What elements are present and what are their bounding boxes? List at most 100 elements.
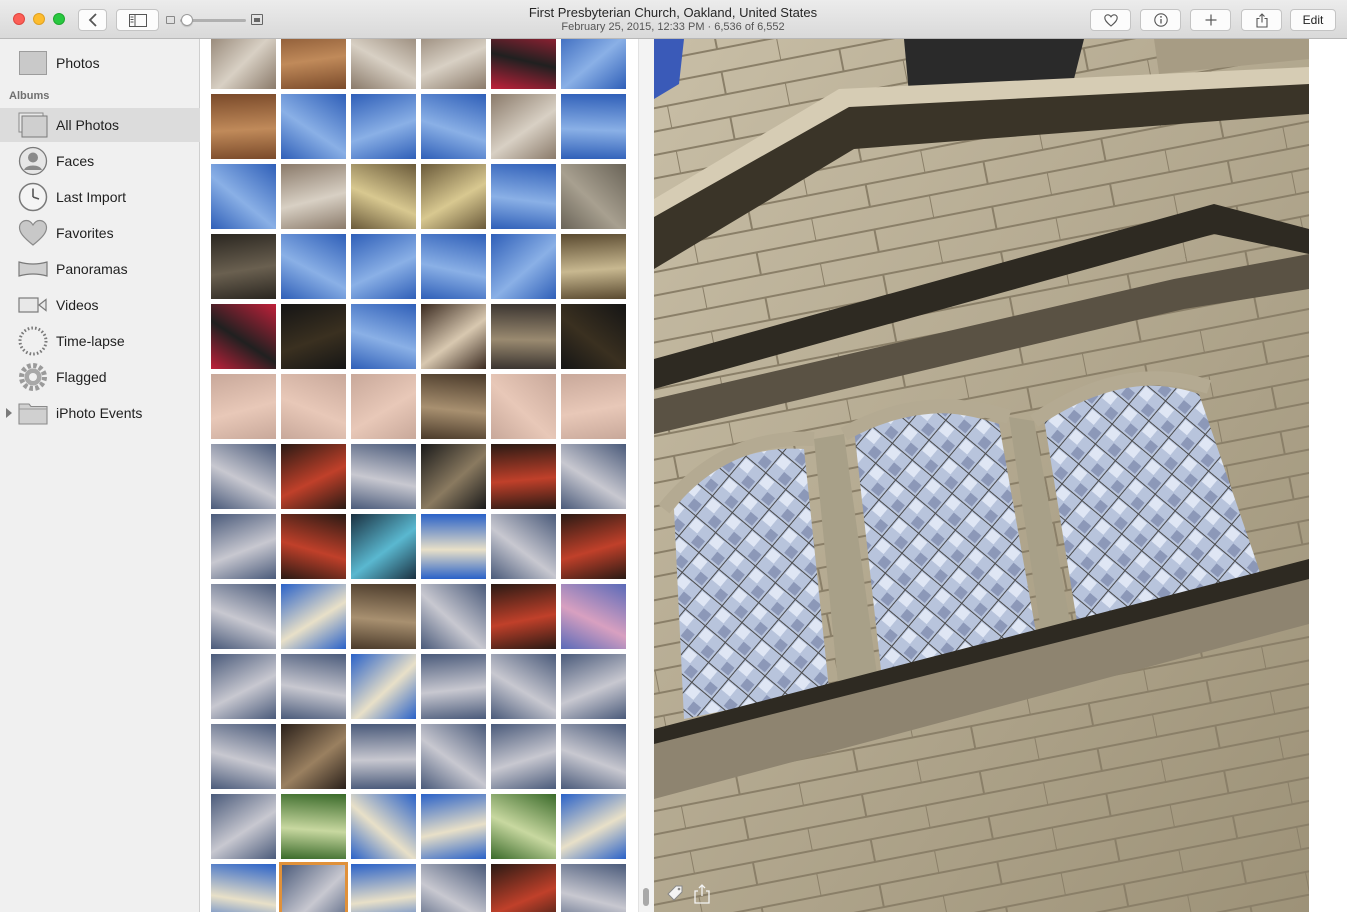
back-button[interactable] [78, 9, 107, 31]
photo-thumbnail[interactable] [561, 724, 626, 789]
photo-thumbnail[interactable] [281, 94, 346, 159]
photo-thumbnail[interactable] [281, 724, 346, 789]
sidebar-item-flagged[interactable]: Flagged [0, 360, 200, 394]
photo-thumbnail[interactable] [351, 444, 416, 509]
edit-button[interactable]: Edit [1290, 9, 1336, 31]
photo-thumbnail[interactable] [421, 724, 486, 789]
photo-thumbnail[interactable] [281, 514, 346, 579]
sidebar-item-photos[interactable]: Photos [0, 46, 200, 80]
photo-thumbnail[interactable] [491, 304, 556, 369]
photo-thumbnail[interactable] [281, 164, 346, 229]
photo-thumbnail[interactable] [211, 39, 276, 89]
photo-thumbnail[interactable] [421, 39, 486, 89]
close-window-button[interactable] [13, 13, 25, 25]
photo-thumbnail[interactable] [491, 724, 556, 789]
photo-thumbnail[interactable] [211, 304, 276, 369]
share-button[interactable] [1241, 9, 1282, 31]
photo-thumbnail[interactable] [491, 584, 556, 649]
photo-thumbnail[interactable] [281, 234, 346, 299]
photo-thumbnail[interactable] [491, 374, 556, 439]
photo-thumbnail[interactable] [281, 304, 346, 369]
tag-icon[interactable] [666, 884, 684, 904]
photo-thumbnail[interactable] [561, 374, 626, 439]
photo-thumbnail[interactable] [491, 94, 556, 159]
minimize-window-button[interactable] [33, 13, 45, 25]
photo-thumbnail[interactable] [561, 304, 626, 369]
photo-thumbnail[interactable] [561, 584, 626, 649]
sidebar-item-iphoto-events[interactable]: iPhoto Events [0, 396, 200, 430]
photo-thumbnail[interactable] [211, 794, 276, 859]
disclosure-triangle-icon[interactable] [6, 408, 12, 418]
photo-thumbnail[interactable] [351, 514, 416, 579]
photo-thumbnail[interactable] [421, 94, 486, 159]
photo-thumbnail[interactable] [491, 164, 556, 229]
photo-thumbnail[interactable] [351, 654, 416, 719]
photo-thumbnail[interactable] [561, 164, 626, 229]
sidebar-item-all-photos[interactable]: All Photos [0, 108, 200, 142]
photo-thumbnail[interactable] [491, 864, 556, 912]
photo-thumbnail[interactable] [351, 164, 416, 229]
photo-thumbnail[interactable] [561, 94, 626, 159]
favorite-button[interactable] [1090, 9, 1131, 31]
photo-thumbnail[interactable] [561, 794, 626, 859]
photo-thumbnail[interactable] [421, 444, 486, 509]
photo-thumbnail[interactable] [351, 304, 416, 369]
photo-thumbnail[interactable] [561, 514, 626, 579]
sidebar-item-favorites[interactable]: Favorites [0, 216, 200, 250]
photo-thumbnail[interactable] [421, 164, 486, 229]
thumbnail-size-slider[interactable] [166, 12, 264, 28]
sidebar-item-panoramas[interactable]: Panoramas [0, 252, 200, 286]
photo-thumbnail[interactable] [421, 374, 486, 439]
photo-thumbnail[interactable] [211, 444, 276, 509]
photo-thumbnail[interactable] [279, 862, 348, 912]
photo-thumbnail[interactable] [491, 654, 556, 719]
slider-knob[interactable] [181, 14, 193, 26]
photo-viewer[interactable] [654, 39, 1309, 912]
sidebar-toggle-button[interactable] [116, 9, 159, 31]
sidebar-item-last-import[interactable]: Last Import [0, 180, 200, 214]
photo-thumbnail[interactable] [421, 864, 486, 912]
scrollbar-thumb[interactable] [643, 888, 649, 906]
photo-thumbnail[interactable] [351, 724, 416, 789]
photo-thumbnail[interactable] [421, 584, 486, 649]
photo-thumbnail[interactable] [211, 234, 276, 299]
photo-thumbnail[interactable] [421, 794, 486, 859]
photo-thumbnail[interactable] [561, 39, 626, 89]
photo-thumbnail[interactable] [281, 374, 346, 439]
photo-thumbnail[interactable] [561, 234, 626, 299]
photo-thumbnail[interactable] [421, 304, 486, 369]
photo-thumbnail[interactable] [351, 864, 416, 912]
sidebar-item-videos[interactable]: Videos [0, 288, 200, 322]
photo-thumbnail[interactable] [561, 444, 626, 509]
photo-thumbnail[interactable] [211, 514, 276, 579]
photo-thumbnail[interactable] [211, 584, 276, 649]
photo-thumbnail[interactable] [281, 794, 346, 859]
photo-thumbnail[interactable] [281, 39, 346, 89]
sidebar-item-time-lapse[interactable]: Time-lapse [0, 324, 200, 358]
info-button[interactable] [1140, 9, 1181, 31]
photo-thumbnail[interactable] [421, 514, 486, 579]
pane-splitter[interactable] [638, 39, 654, 912]
photo-thumbnail[interactable] [491, 514, 556, 579]
photo-thumbnail[interactable] [561, 654, 626, 719]
photo-thumbnail[interactable] [211, 654, 276, 719]
photo-thumbnail[interactable] [421, 234, 486, 299]
photo-thumbnail[interactable] [421, 654, 486, 719]
photo-thumbnail[interactable] [351, 584, 416, 649]
photo-thumbnail[interactable] [211, 864, 276, 912]
share-overlay-icon[interactable] [693, 884, 711, 904]
photo-thumbnail[interactable] [211, 94, 276, 159]
zoom-window-button[interactable] [53, 13, 65, 25]
photo-thumbnail[interactable] [211, 724, 276, 789]
photo-thumbnail[interactable] [281, 654, 346, 719]
photo-thumbnail[interactable] [351, 39, 416, 89]
photo-thumbnail[interactable] [281, 584, 346, 649]
photo-thumbnail[interactable] [351, 94, 416, 159]
photo-thumbnail[interactable] [211, 164, 276, 229]
photo-thumbnail[interactable] [491, 234, 556, 299]
photo-thumbnail[interactable] [281, 444, 346, 509]
photo-thumbnail[interactable] [351, 374, 416, 439]
photo-thumbnail[interactable] [211, 374, 276, 439]
add-to-button[interactable] [1190, 9, 1231, 31]
photo-thumbnail[interactable] [351, 794, 416, 859]
